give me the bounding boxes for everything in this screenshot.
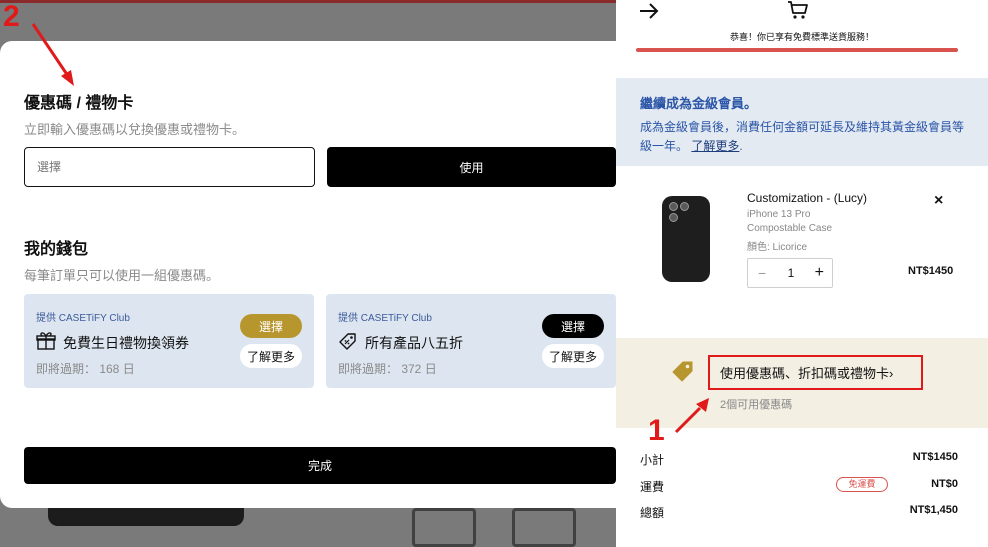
coupon-expiry: 即將過期： 372 日 (338, 362, 437, 376)
camera-lens (680, 202, 689, 211)
price-tag-icon (672, 361, 693, 382)
modal-subtitle: 立即輸入優惠碼以兌換優惠或禮物卡。 (24, 122, 246, 137)
coupon-provider: 提供 CASETiFY Club (338, 313, 432, 324)
camera-lens (669, 202, 678, 211)
chevron-right-icon: › (889, 366, 894, 381)
available-coupons-count: 2個可用優惠碼 (720, 399, 793, 411)
membership-learn-more-link[interactable]: 了解更多 (691, 139, 739, 153)
modal-title: 優惠碼 / 禮物卡 (24, 95, 134, 112)
promo-section: 使用優惠碼、折扣碼或禮物卡› 2個可用優惠碼 (616, 338, 988, 428)
camera-lens (669, 213, 678, 222)
annotation-step-2: 2 (3, 0, 20, 33)
background-shape (412, 508, 476, 547)
shipping-progress-bar (636, 48, 958, 52)
membership-title: 繼續成為金級會員。 (640, 96, 758, 111)
product-color: 顏色: Licorice (747, 242, 808, 253)
remove-item-button[interactable]: × (934, 192, 943, 210)
membership-description: 成為金級會員後，消費任何金額可延長及維持其黃金級會員等級一年。 了解更多. (640, 118, 970, 156)
wallet-subtitle: 每筆訂單只可以使用一組優惠碼。 (24, 268, 220, 283)
wallet-title: 我的錢包 (24, 241, 89, 258)
use-promo-code-link[interactable]: 使用優惠碼、折扣碼或禮物卡› (720, 363, 893, 382)
background-shape (512, 508, 576, 547)
coupon-modal: 優惠碼 / 禮物卡 立即輸入優惠碼以兌換優惠或禮物卡。 使用 我的錢包 每筆訂單… (0, 41, 640, 508)
arrow-right-icon[interactable] (638, 0, 660, 22)
done-button[interactable]: 完成 (24, 447, 616, 484)
coupon-provider: 提供 CASETiFY Club (36, 313, 130, 324)
membership-description-text: 成為金級會員後，消費任何金額可延長及維持其黃金級會員等級一年。 (640, 120, 965, 153)
shipping-label: 運費 (640, 480, 665, 494)
background-top-bar (0, 0, 616, 3)
product-price: NT$1450 (908, 265, 954, 277)
select-coupon-button[interactable]: 選擇 (240, 314, 302, 338)
coupon-expiry: 即將過期： 168 日 (36, 362, 135, 376)
product-name: Customization - (Lucy) (747, 191, 868, 205)
subtotal-value: NT$1450 (912, 451, 958, 463)
promo-link-text: 使用優惠碼、折扣碼或禮物卡 (720, 366, 890, 381)
coupon-name: 所有產品八五折 (365, 335, 463, 351)
annotation-step-1: 1 (648, 414, 665, 447)
learn-more-button[interactable]: 了解更多 (240, 344, 302, 368)
product-model: iPhone 13 Pro (747, 209, 811, 220)
discount-tag-icon (339, 333, 356, 350)
learn-more-button[interactable]: 了解更多 (542, 344, 604, 368)
product-type: Compostable Case (747, 223, 833, 234)
membership-banner: 繼續成為金級會員。 成為金級會員後，消費任何金額可延長及維持其黃金級會員等級一年… (616, 78, 988, 166)
coupon-card: 提供 CASETiFY Club 免費生日禮物換領券 即將過期： 168 日 選… (24, 294, 314, 388)
cart-icon[interactable] (787, 0, 809, 22)
gift-icon (36, 332, 56, 350)
free-shipping-badge: 免運費 (836, 477, 888, 492)
coupon-name: 免費生日禮物換領券 (63, 335, 189, 351)
shipping-value: NT$0 (931, 478, 958, 490)
quantity-increase-button[interactable]: + (815, 264, 824, 282)
coupon-card: 提供 CASETiFY Club 所有產品八五折 即將過期： 372 日 選擇 … (326, 294, 616, 388)
select-coupon-button[interactable]: 選擇 (542, 314, 604, 338)
total-label: 總額 (640, 506, 665, 520)
quantity-stepper: − 1 + (747, 258, 833, 288)
free-shipping-message: 恭喜！你已享有免費標準送貨服務！ (729, 32, 874, 42)
membership-trailing: . (739, 139, 743, 153)
product-image (662, 196, 710, 282)
subtotal-label: 小計 (640, 453, 665, 467)
cart-panel: 恭喜！你已享有免費標準送貨服務！ 繼續成為金級會員。 成為金級會員後，消費任何金… (616, 0, 988, 547)
coupon-code-input[interactable] (24, 147, 315, 187)
total-value: NT$1,450 (909, 504, 958, 516)
use-code-button[interactable]: 使用 (327, 147, 616, 187)
